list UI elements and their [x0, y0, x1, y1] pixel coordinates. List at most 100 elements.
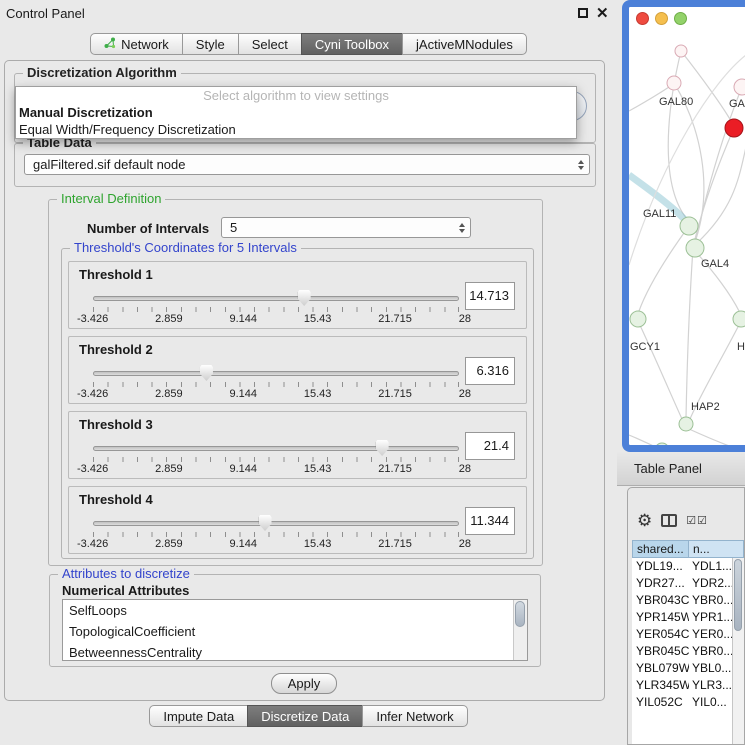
tab-discretize-data[interactable]: Discretize Data: [247, 705, 363, 727]
cell-name: YPR1...: [689, 609, 732, 626]
node-label: GAL4: [701, 258, 729, 270]
cell-shared-name: YDR27...: [632, 575, 689, 592]
table-data-combo[interactable]: galFiltered.sif default node: [24, 154, 590, 175]
minimize-window-button[interactable]: [655, 12, 668, 25]
tick-label: 15.43: [304, 388, 332, 400]
threshold-label: Threshold 2: [79, 342, 153, 357]
tick-label: 21.715: [378, 538, 412, 550]
popup-option-manual-discretization[interactable]: Manual Discretization: [16, 104, 576, 121]
numerical-attributes-list[interactable]: SelfLoopsTopologicalCoefficientBetweenne…: [62, 599, 528, 661]
table-toolbar: ⚙ ☑☑: [628, 488, 744, 540]
apply-button[interactable]: Apply: [271, 673, 337, 694]
network-canvas[interactable]: GAL80GAGAL11GAL4GCY1HHAP2: [629, 7, 745, 452]
tick-label: 9.144: [229, 388, 257, 400]
table-row[interactable]: YPR145WYPR1...: [632, 609, 732, 626]
threshold-slider-1[interactable]: -3.4262.8599.14415.4321.71528: [93, 290, 459, 328]
slider-track[interactable]: [93, 296, 459, 301]
tab-label: Discretize Data: [261, 709, 349, 724]
node-label: GAL80: [659, 96, 693, 108]
threshold-value-3[interactable]: 21.4: [465, 432, 515, 460]
combo-arrows-icon: [578, 160, 584, 170]
num-intervals-combo[interactable]: 5: [221, 217, 471, 238]
node-label: HAP2: [691, 401, 720, 413]
network-node-h[interactable]: [733, 311, 745, 327]
table-row[interactable]: YIL052CYIL0...: [632, 694, 732, 711]
cell-name: YDR2...: [689, 575, 732, 592]
float-window-icon[interactable]: [578, 8, 588, 18]
network-node-ga[interactable]: [734, 79, 745, 95]
list-scrollbar-thumb[interactable]: [515, 601, 525, 627]
network-node[interactable]: [675, 45, 687, 57]
list-item-selfloops[interactable]: SelfLoops: [63, 600, 527, 621]
table-area: shared... n... YDL19...YDL1...YDR27...YD…: [632, 540, 744, 744]
interval-group-title: Interval Definition: [57, 191, 165, 206]
threshold-value-1[interactable]: 14.713: [465, 282, 515, 310]
slider-tick-labels: -3.4262.8599.14415.4321.71528: [77, 388, 471, 400]
table-row[interactable]: YBL079WYBL0...: [632, 660, 732, 677]
threshold-slider-3[interactable]: -3.4262.8599.14415.4321.71528: [93, 440, 459, 478]
node-label: GA: [729, 98, 745, 110]
table-row[interactable]: YBR045CYBR0...: [632, 643, 732, 660]
numerical-attributes-label: Numerical Attributes: [62, 583, 189, 598]
table-row[interactable]: YER054CYER0...: [632, 626, 732, 643]
node-label: GCY1: [630, 341, 660, 353]
control-panel-titlebar: Control Panel ✕: [0, 0, 617, 26]
select-columns-icon[interactable]: ☑☑: [686, 514, 708, 527]
columns-icon[interactable]: [661, 514, 677, 527]
table-row[interactable]: YLR345WYLR3...: [632, 677, 732, 694]
threshold-slider-4[interactable]: -3.4262.8599.14415.4321.71528: [93, 515, 459, 553]
threshold-slider-2[interactable]: -3.4262.8599.14415.4321.71528: [93, 365, 459, 403]
network-node-gal11[interactable]: [680, 217, 698, 235]
tab-cyni-toolbox[interactable]: Cyni Toolbox: [301, 33, 403, 55]
network-node[interactable]: [655, 443, 669, 452]
column-header-shared-name[interactable]: shared...: [632, 540, 689, 558]
gear-icon[interactable]: ⚙: [637, 512, 652, 529]
num-intervals-value: 5: [230, 219, 237, 237]
slider-track[interactable]: [93, 521, 459, 526]
slider-thumb[interactable]: [298, 290, 311, 306]
list-items: SelfLoopsTopologicalCoefficientBetweenne…: [63, 600, 527, 661]
threshold-value-4[interactable]: 11.344: [465, 507, 515, 535]
slider-track[interactable]: [93, 446, 459, 451]
table-row[interactable]: YDR27...YDR2...: [632, 575, 732, 592]
slider-thumb[interactable]: [376, 440, 389, 456]
slider-thumb[interactable]: [259, 515, 272, 531]
slider-track[interactable]: [93, 371, 459, 376]
attributes-group: Attributes to discretize Numerical Attri…: [49, 574, 541, 667]
tab-select[interactable]: Select: [238, 33, 302, 55]
table-scrollbar[interactable]: [732, 558, 744, 744]
tab-style[interactable]: Style: [182, 33, 239, 55]
popup-option-equal-width-frequency-discretization[interactable]: Equal Width/Frequency Discretization: [16, 121, 576, 138]
network-node-gal80[interactable]: [667, 76, 681, 90]
tick-label: 21.715: [378, 463, 412, 475]
threshold-box-3: Threshold 3-3.4262.8599.14415.4321.71528…: [68, 411, 527, 479]
table-row[interactable]: YBR043CYBR0...: [632, 592, 732, 609]
column-header-name[interactable]: n...: [689, 540, 744, 558]
tab-label: Infer Network: [376, 709, 453, 724]
main-panel: Discretization Algorithm Select algorith…: [4, 60, 605, 701]
network-node-gal4[interactable]: [686, 239, 704, 257]
zoom-window-button[interactable]: [674, 12, 687, 25]
num-intervals-label: Number of Intervals: [87, 221, 209, 236]
network-node[interactable]: [725, 119, 743, 137]
cell-name: YER0...: [689, 626, 732, 643]
tick-label: 28: [459, 388, 471, 400]
tab-network[interactable]: Network: [90, 33, 183, 55]
list-item-betweennesscentrality[interactable]: BetweennessCentrality: [63, 642, 527, 661]
table-scrollbar-thumb[interactable]: [734, 559, 742, 631]
tab-jactivemnodules[interactable]: jActiveMNodules: [402, 33, 527, 55]
list-item-topologicalcoefficient[interactable]: TopologicalCoefficient: [63, 621, 527, 642]
close-icon[interactable]: ✕: [596, 4, 609, 22]
threshold-value-2[interactable]: 6.316: [465, 357, 515, 385]
slider-tick-labels: -3.4262.8599.14415.4321.71528: [77, 463, 471, 475]
tab-label: Select: [252, 37, 288, 52]
slider-thumb[interactable]: [200, 365, 213, 381]
network-node-hap2[interactable]: [679, 417, 693, 431]
tab-impute-data[interactable]: Impute Data: [149, 705, 248, 727]
table-row[interactable]: YDL19...YDL1...: [632, 558, 732, 575]
tab-infer-network[interactable]: Infer Network: [362, 705, 467, 727]
close-window-button[interactable]: [636, 12, 649, 25]
network-node-gcy1[interactable]: [630, 311, 646, 327]
list-scrollbar[interactable]: [513, 600, 527, 660]
cell-name: YBR0...: [689, 643, 732, 660]
